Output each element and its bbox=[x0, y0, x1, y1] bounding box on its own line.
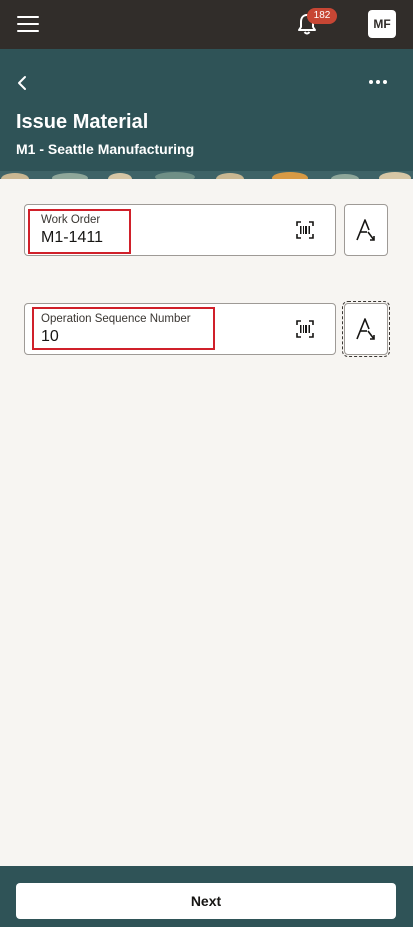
page-subtitle: M1 - Seattle Manufacturing bbox=[16, 141, 195, 157]
barcode-scan-icon[interactable] bbox=[296, 221, 314, 239]
barcode-scan-icon[interactable] bbox=[296, 320, 314, 338]
text-input-mode-button[interactable] bbox=[342, 301, 390, 357]
more-icon[interactable] bbox=[367, 75, 389, 89]
notification-badge: 182 bbox=[307, 8, 337, 24]
text-input-mode-icon bbox=[356, 219, 375, 241]
header-decoration bbox=[0, 171, 413, 179]
next-button[interactable]: Next bbox=[16, 883, 396, 919]
footer-bar: Next bbox=[0, 866, 413, 927]
operation-sequence-highlight bbox=[32, 307, 215, 350]
menu-icon[interactable] bbox=[17, 16, 39, 33]
back-icon[interactable] bbox=[14, 75, 30, 91]
top-app-bar: 182 MF bbox=[0, 0, 413, 49]
work-order-highlight bbox=[28, 209, 131, 254]
user-avatar[interactable]: MF bbox=[368, 10, 396, 38]
page-title: Issue Material bbox=[16, 111, 149, 133]
text-input-mode-icon bbox=[356, 318, 375, 340]
page-header: Issue Material M1 - Seattle Manufacturin… bbox=[0, 49, 413, 179]
text-input-mode-button[interactable] bbox=[344, 204, 388, 256]
